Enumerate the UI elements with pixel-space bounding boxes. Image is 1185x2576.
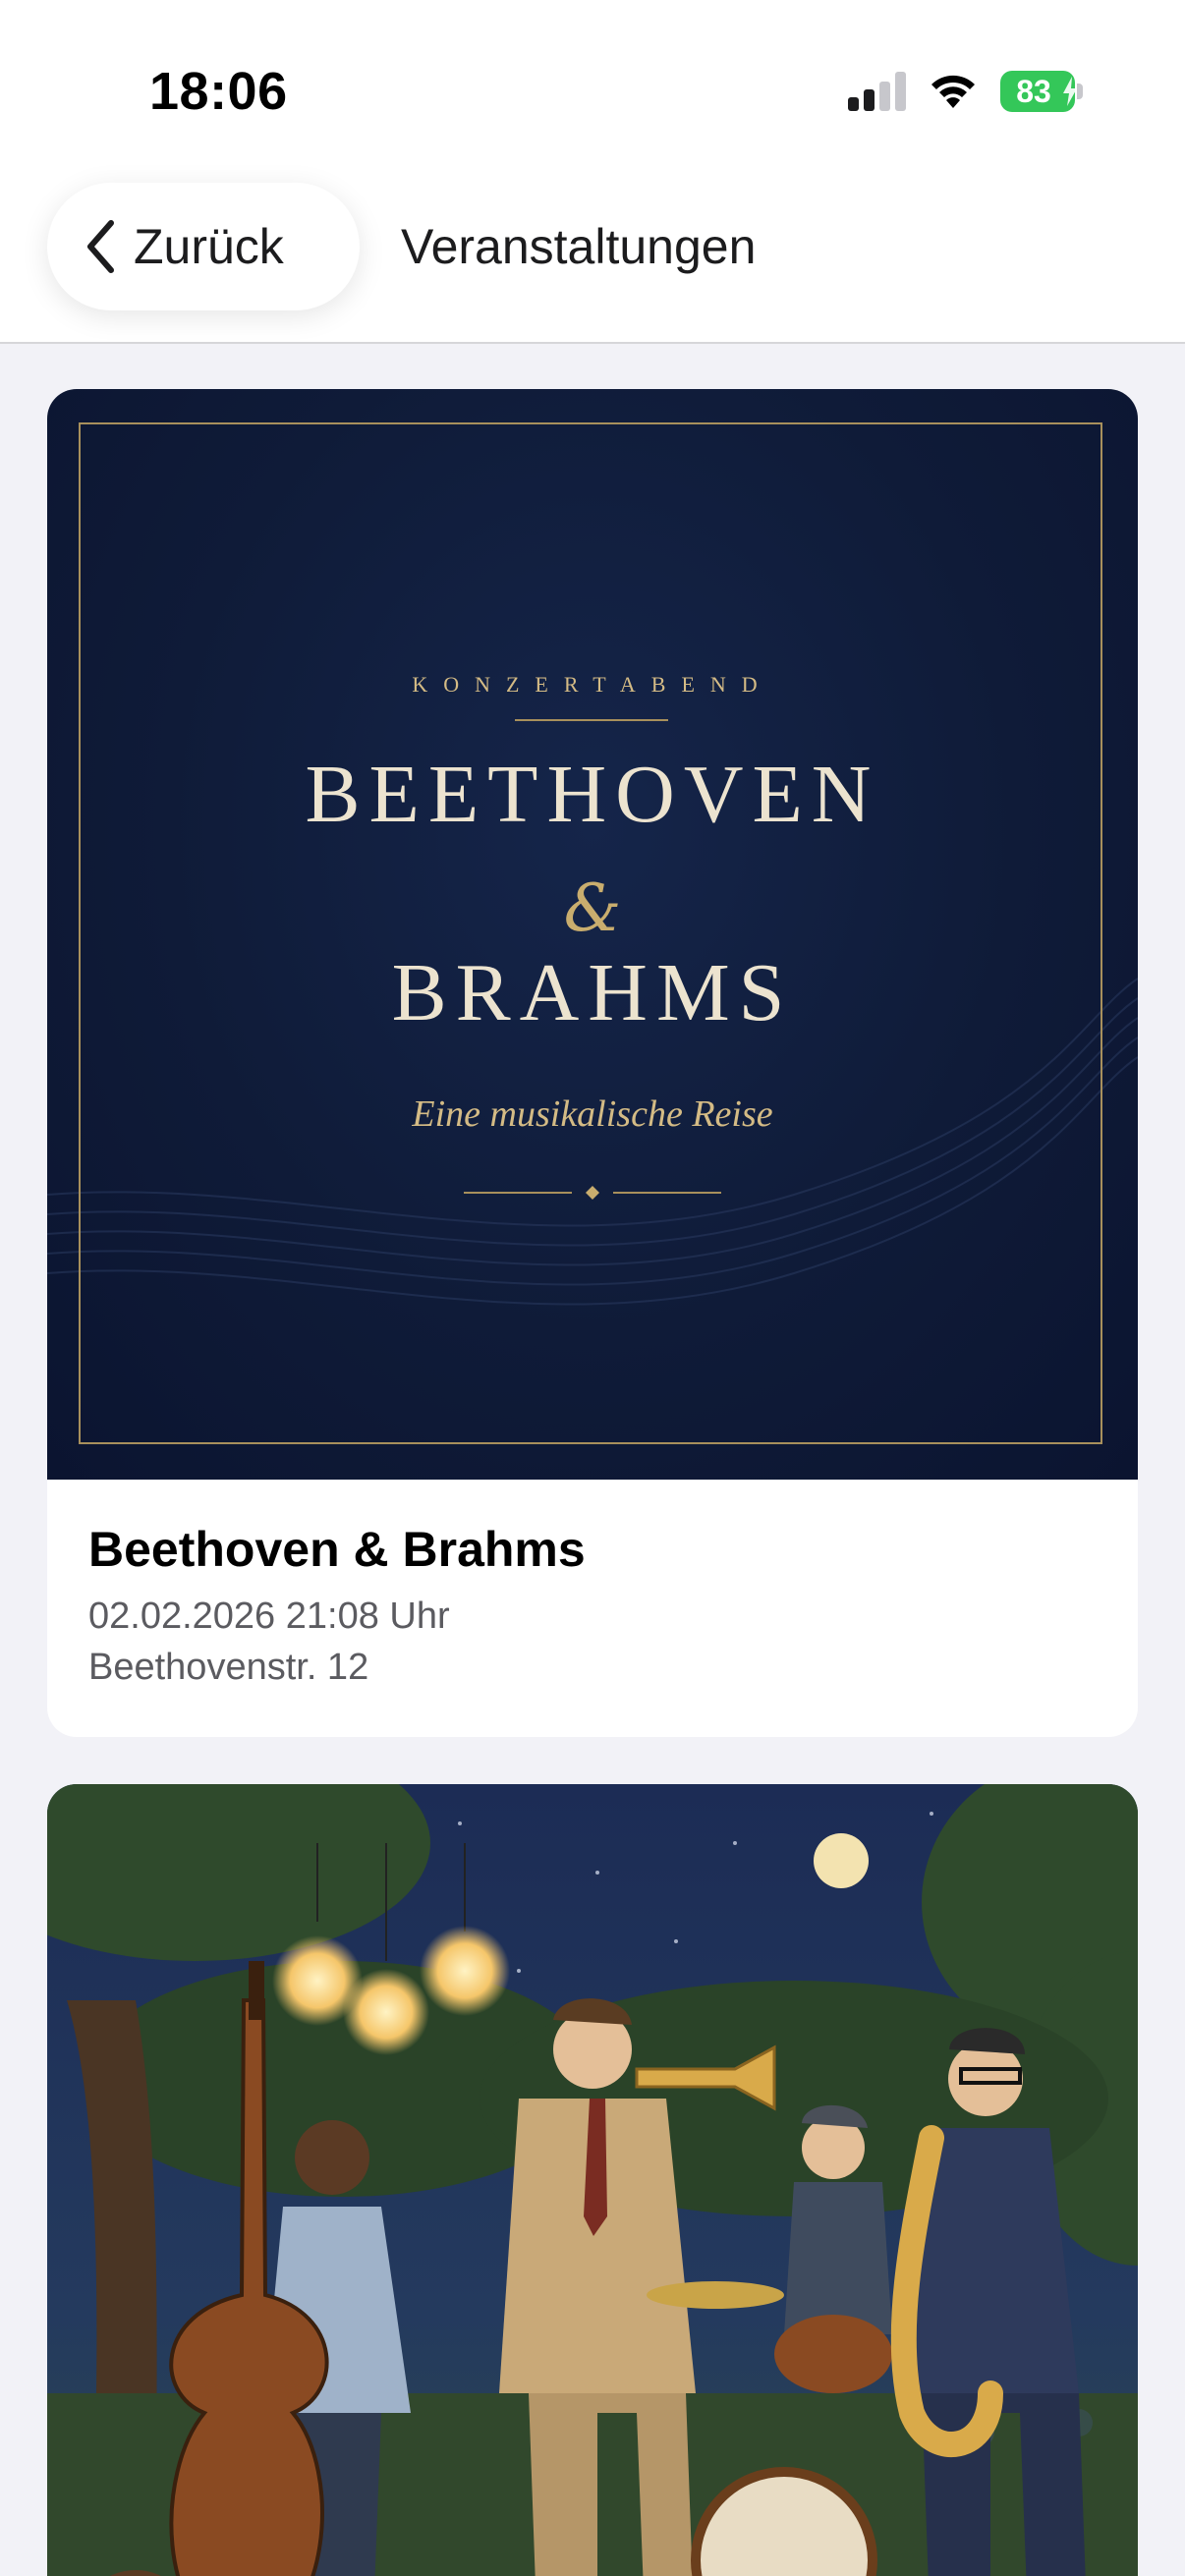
back-button[interactable]: Zurück [47, 183, 360, 310]
event-card[interactable] [47, 1784, 1138, 2576]
back-button-label: Zurück [134, 219, 284, 274]
page-title: Veranstaltungen [401, 219, 757, 274]
event-poster-image [47, 1784, 1138, 2576]
events-screen: 18:06 83 Zurück Veranstaltungen KONZERTA… [0, 0, 1185, 2576]
wifi-icon [928, 73, 979, 110]
event-location: Beethovenstr. 12 [88, 1647, 369, 1688]
battery-level: 83 [1016, 73, 1051, 109]
poster-ornament [464, 1186, 721, 1200]
event-info: Beethoven & Brahms 02.02.2026 21:08 Uhr … [88, 1519, 1100, 1694]
poster-subtitle: Eine musikalische Reise [412, 1093, 773, 1135]
jazz-band-illustration [47, 1784, 1138, 2576]
event-card[interactable]: KONZERTABEND BEETHOVEN & BRAHMS Eine mus… [47, 389, 1138, 1737]
status-time: 18:06 [149, 62, 288, 121]
status-bar: 18:06 83 [0, 0, 1185, 177]
poster-divider [515, 719, 668, 721]
navigation-bar: Zurück Veranstaltungen [0, 177, 1185, 344]
poster-ampersand: & [563, 870, 622, 946]
event-title: Beethoven & Brahms [88, 1522, 586, 1577]
poster-title-line-2: BRAHMS [391, 947, 794, 1038]
chevron-left-icon [85, 219, 116, 274]
signal-icon [848, 72, 906, 111]
poster-kicker: KONZERTABEND [412, 672, 773, 697]
status-icons: 83 [848, 71, 1083, 112]
battery-icon: 83 [1000, 71, 1083, 112]
event-date: 02.02.2026 21:08 Uhr [88, 1596, 450, 1637]
charging-bolt-icon [1063, 77, 1077, 106]
event-poster-image: KONZERTABEND BEETHOVEN & BRAHMS Eine mus… [47, 389, 1138, 1480]
poster-title-line-1: BEETHOVEN [305, 749, 880, 840]
